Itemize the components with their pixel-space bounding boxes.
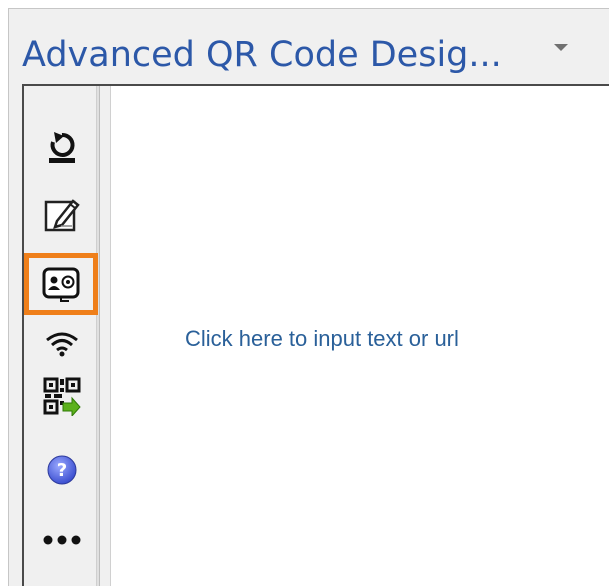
qr-insert-button[interactable] — [36, 372, 88, 420]
contact-card-icon — [42, 267, 80, 302]
qr-insert-icon — [43, 377, 81, 416]
more-icon — [43, 535, 81, 545]
contact-card-button[interactable] — [24, 253, 98, 315]
help-button[interactable]: ? — [36, 446, 88, 494]
svg-text:?: ? — [57, 460, 67, 481]
wifi-button[interactable] — [36, 320, 88, 368]
chevron-down-icon[interactable] — [554, 44, 568, 51]
refresh-button[interactable] — [36, 124, 88, 172]
edit-button[interactable] — [36, 190, 88, 238]
panel-title: Advanced QR Code Desig... — [22, 35, 502, 75]
refresh-icon — [49, 132, 75, 163]
more-button[interactable] — [36, 516, 88, 564]
input-text-prompt[interactable]: Click here to input text or url — [185, 326, 459, 352]
wifi-icon — [46, 332, 78, 357]
help-icon: ? — [47, 455, 77, 485]
toolbar-divider — [96, 86, 100, 586]
edit-icon — [44, 199, 80, 232]
